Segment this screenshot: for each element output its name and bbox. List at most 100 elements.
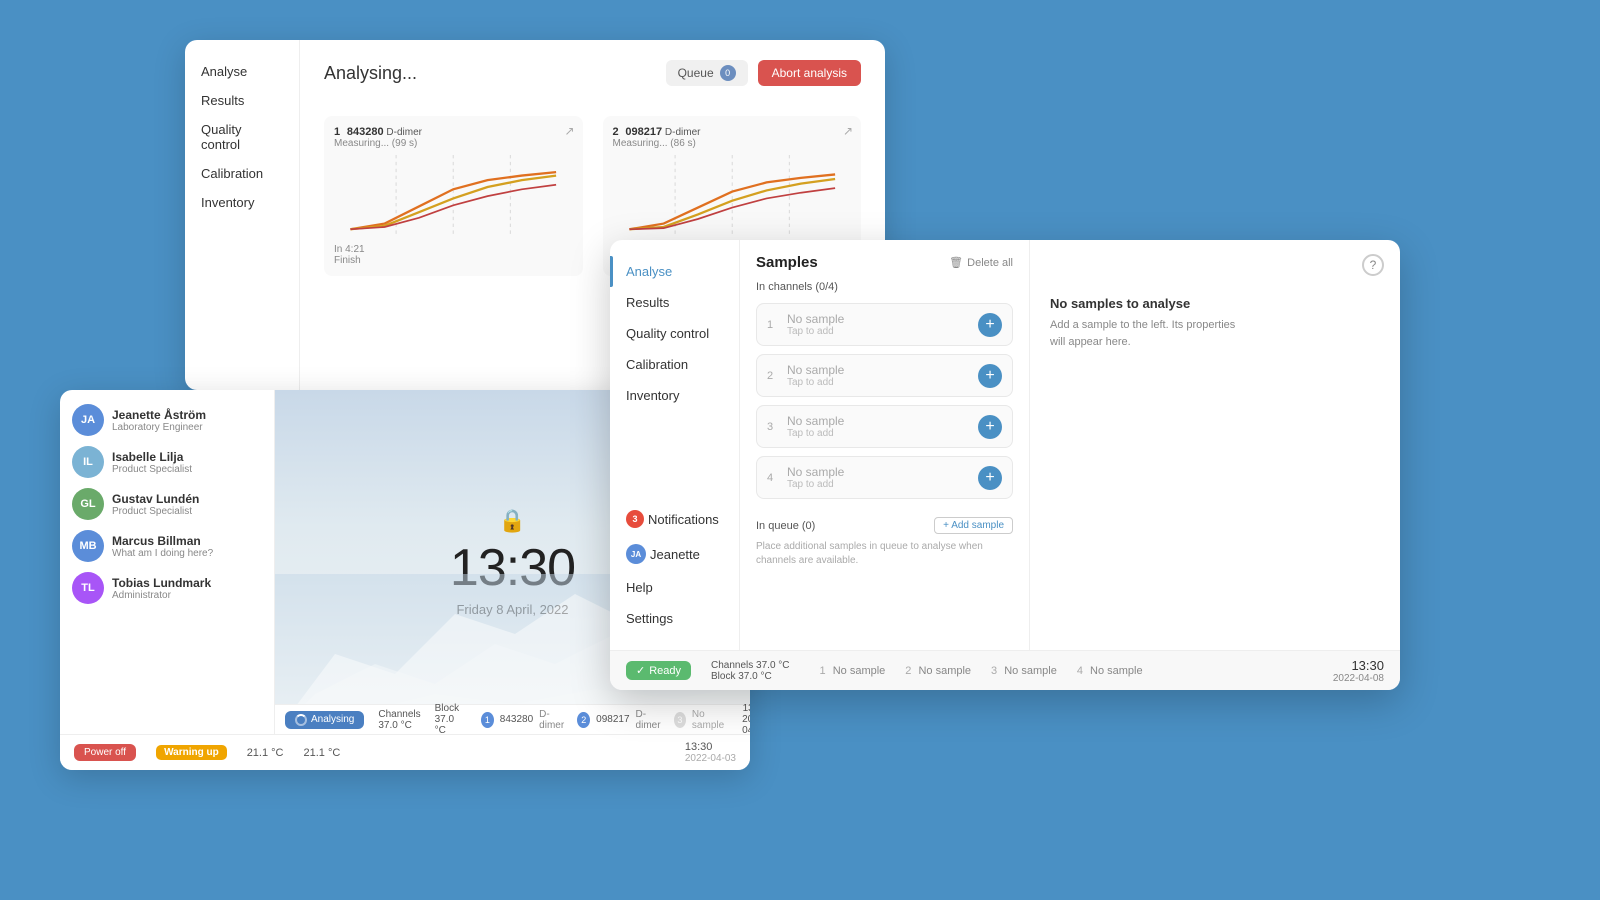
chart-1: ↗ 1 843280 D-dimer Measuring... (99 s) <box>324 116 583 276</box>
user-item-ja[interactable]: JA Jeanette Åström Laboratory Engineer <box>72 404 262 436</box>
sample-sub-3: Tap to add <box>787 428 970 439</box>
chart-1-status: Measuring... (99 s) <box>334 138 573 149</box>
add-sample-btn-2[interactable]: + <box>978 364 1002 388</box>
footer-date-main: 2022-04-03 <box>685 753 736 764</box>
sample-num-label-2: 2 <box>767 370 779 382</box>
expand-icon-1[interactable]: ↗ <box>564 124 574 138</box>
front-nav-jeanette[interactable]: JA Jeanette <box>610 536 739 572</box>
block-temp-footer: 21.1 °C <box>304 747 341 759</box>
footer-sample-label-4: No sample <box>1090 665 1143 677</box>
sample-label-3: No sample <box>692 709 728 731</box>
footer-samples: 1 No sample 2 No sample 3 No sample 4 No… <box>820 665 1143 677</box>
front-sidebar: Analyse Results Quality control Calibrat… <box>610 240 740 650</box>
footer-date: 2022-04-08 <box>1333 673 1384 684</box>
chart-1-footer: In 4:21 Finish <box>334 244 573 266</box>
user-info-il: Isabelle Lilja Product Specialist <box>112 450 192 475</box>
sidebar-item-calibration[interactable]: Calibration <box>201 162 283 185</box>
sidebar-item-results[interactable]: Results <box>201 89 283 112</box>
sample-num-3: 3 <box>674 712 686 728</box>
mid-footer-time: 13:30 <box>742 703 750 714</box>
user-name-ja: Jeanette Åström <box>112 408 206 422</box>
mid-sample-2: 2 098217 D-dimer <box>577 709 663 731</box>
footer-sample-1: 1 No sample <box>820 665 886 677</box>
no-samples-title: No samples to analyse <box>1050 296 1250 311</box>
footer-sample-label-3: No sample <box>1004 665 1057 677</box>
mid-sample-3: 3 No sample <box>674 709 728 731</box>
user-item-il[interactable]: IL Isabelle Lilja Product Specialist <box>72 446 262 478</box>
samples-card: Analyse Results Quality control Calibrat… <box>610 240 1400 690</box>
sidebar-item-inventory[interactable]: Inventory <box>201 191 283 214</box>
add-sample-btn-1[interactable]: + <box>978 313 1002 337</box>
expand-icon-2[interactable]: ↗ <box>843 124 853 138</box>
user-list: JA Jeanette Åström Laboratory Engineer I… <box>60 390 275 734</box>
front-nav-calibration[interactable]: Calibration <box>610 349 739 380</box>
sidebar-item-quality-control[interactable]: Quality control <box>201 118 283 156</box>
sample-row-1[interactable]: 1 No sample Tap to add + <box>756 303 1013 346</box>
user-item-mb[interactable]: MB Marcus Billman What am I doing here? <box>72 530 262 562</box>
sample-sub-4: Tap to add <box>787 479 970 490</box>
user-role-ja: Laboratory Engineer <box>112 422 206 433</box>
front-nav-quality-control[interactable]: Quality control <box>610 318 739 349</box>
spin-icon <box>295 714 307 726</box>
user-info-gl: Gustav Lundén Product Specialist <box>112 492 199 517</box>
user-name-il: Isabelle Lilja <box>112 450 192 464</box>
chart-2-num: 2 <box>613 126 619 138</box>
delete-all-label: Delete all <box>967 257 1013 269</box>
add-queue-button[interactable]: + Add sample <box>934 517 1013 534</box>
front-nav-settings[interactable]: Settings <box>610 603 739 634</box>
in-channels-label: In channels (0/4) <box>756 281 1013 293</box>
footer-channels-temp: Channels 37.0 °C <box>711 660 790 671</box>
front-nav-inventory[interactable]: Inventory <box>610 380 739 411</box>
mid-samples-row: 1 843280 D-dimer 2 098217 D-dimer 3 No s… <box>481 709 728 731</box>
queue-badge: Queue 0 <box>666 60 748 86</box>
front-nav-results[interactable]: Results <box>610 287 739 318</box>
sample-row-4[interactable]: 4 No sample Tap to add + <box>756 456 1013 499</box>
ready-label: Ready <box>649 665 681 677</box>
sidebar-item-analyse[interactable]: Analyse <box>201 60 283 83</box>
card-front-footer: ✓ Ready Channels 37.0 °C Block 37.0 °C 1… <box>610 650 1400 690</box>
back-actions: Queue 0 Abort analysis <box>666 60 861 86</box>
power-off-button[interactable]: Power off <box>74 744 136 761</box>
card-front-main: Analyse Results Quality control Calibrat… <box>610 240 1400 650</box>
front-nav-notifications[interactable]: 3 Notifications <box>610 502 739 536</box>
channels-temp-label: 21.1 °C <box>247 747 284 759</box>
footer-right: 13:30 2022-04-03 <box>685 741 736 764</box>
user-item-gl[interactable]: GL Gustav Lundén Product Specialist <box>72 488 262 520</box>
footer-temp: Channels 37.0 °C Block 37.0 °C <box>711 660 790 682</box>
in-queue-header: In queue (0) + Add sample <box>756 517 1013 534</box>
sample-title-2: No sample <box>787 363 970 377</box>
footer-clock: 13:30 <box>1333 658 1384 673</box>
delete-icon: 🗑 <box>949 256 963 269</box>
warning-badge: Warning up <box>156 745 227 760</box>
user-item-tl[interactable]: TL Tobias Lundmark Administrator <box>72 572 262 604</box>
add-sample-btn-3[interactable]: + <box>978 415 1002 439</box>
sample-num-label-3: 3 <box>767 421 779 433</box>
avatar-mb: MB <box>72 530 104 562</box>
footer-time-main: 13:30 <box>685 741 736 753</box>
mid-analysing-bar: Analysing Channels 37.0 °C Block 37.0 °C… <box>275 704 750 734</box>
chart-1-test: D-dimer <box>386 127 422 138</box>
add-sample-btn-4[interactable]: + <box>978 466 1002 490</box>
card-mid-footer: Power off Warning up 21.1 °C 21.1 °C 13:… <box>60 734 750 770</box>
back-sidebar: Analyse Results Quality control Calibrat… <box>185 40 300 390</box>
sample-num-label-1: 1 <box>767 319 779 331</box>
delete-all-button[interactable]: 🗑 Delete all <box>949 256 1013 269</box>
front-nav-analyse[interactable]: Analyse <box>610 256 739 287</box>
notifications-badge: 3 <box>626 510 644 528</box>
chart-1-sample-id: 1 <box>334 126 340 138</box>
check-icon: ✓ <box>636 664 645 677</box>
avatar-ja: JA <box>72 404 104 436</box>
help-icon[interactable]: ? <box>1362 254 1384 276</box>
chart-2-test: D-dimer <box>665 127 701 138</box>
sample-test-1: D-dimer <box>539 709 567 731</box>
chart-1-time-sub: Finish <box>334 255 361 266</box>
sample-row-3[interactable]: 3 No sample Tap to add + <box>756 405 1013 448</box>
user-name-gl: Gustav Lundén <box>112 492 199 506</box>
user-name-mb: Marcus Billman <box>112 534 213 548</box>
abort-button[interactable]: Abort analysis <box>758 60 861 86</box>
sample-row-2[interactable]: 2 No sample Tap to add + <box>756 354 1013 397</box>
footer-sample-label-1: No sample <box>833 665 886 677</box>
back-header: Analysing... Queue 0 Abort analysis <box>324 60 861 86</box>
front-nav-help[interactable]: Help <box>610 572 739 603</box>
user-role-gl: Product Specialist <box>112 506 199 517</box>
